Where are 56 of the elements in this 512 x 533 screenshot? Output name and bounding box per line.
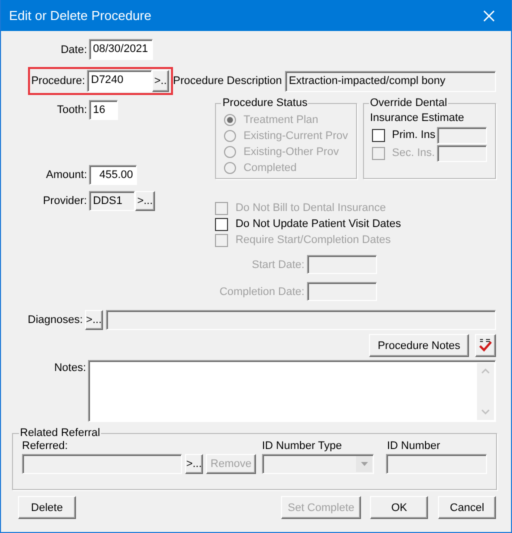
diagnoses-label: Diagnoses: bbox=[26, 314, 83, 326]
group-title: Procedure Status bbox=[221, 97, 308, 109]
date-label: Start Date: bbox=[250, 258, 304, 270]
window-title: Edit or Delete Procedure bbox=[9, 8, 152, 23]
browse-button[interactable]: >... bbox=[84, 310, 103, 330]
checkbox-label: Require Start/Completion Dates bbox=[235, 234, 391, 246]
close-icon[interactable] bbox=[483, 10, 495, 22]
checkbox[interactable] bbox=[215, 218, 228, 230]
amount-label: Amount: bbox=[45, 169, 87, 181]
date-field[interactable] bbox=[307, 282, 378, 301]
id-number-label: ID Number bbox=[387, 440, 440, 452]
amount-field[interactable] bbox=[437, 144, 487, 162]
procedure-field[interactable]: D7240 bbox=[87, 70, 152, 92]
spellcheck-icon bbox=[478, 338, 493, 353]
date-label: Date: bbox=[60, 44, 87, 56]
date-label: Completion Date: bbox=[218, 286, 304, 298]
notes-field[interactable] bbox=[88, 360, 496, 422]
notes-label: Notes: bbox=[53, 362, 86, 374]
group-title: Override Dental bbox=[369, 97, 448, 109]
diagnoses-field[interactable] bbox=[106, 310, 496, 330]
group-title: Related Referral bbox=[19, 427, 102, 439]
checkbox-label: Do Not Update Patient Visit Dates bbox=[235, 218, 401, 230]
referred-label: Referred: bbox=[22, 440, 69, 452]
id-number-field[interactable] bbox=[386, 454, 487, 474]
id-type-dropdown[interactable] bbox=[262, 454, 374, 474]
browse-button[interactable]: >... bbox=[185, 454, 203, 474]
id-number-type-label: ID Number Type bbox=[262, 440, 343, 452]
browse-button[interactable]: >... bbox=[135, 191, 155, 211]
dropdown-icon bbox=[360, 462, 368, 466]
checkbox-label: Prim. Ins bbox=[392, 129, 436, 141]
description-label: Procedure Description bbox=[173, 75, 282, 87]
tooth-field[interactable]: 16 bbox=[89, 100, 118, 120]
date-field[interactable] bbox=[307, 255, 378, 274]
radio-label: Existing-Other Prov bbox=[243, 146, 339, 158]
radio-label: Existing-Current Prov bbox=[243, 130, 348, 142]
procedure-notes-button[interactable]: Procedure Notes bbox=[369, 334, 469, 357]
provider-label: Provider: bbox=[42, 195, 87, 207]
browse-button[interactable]: >.. bbox=[152, 70, 169, 92]
checkbox[interactable] bbox=[372, 128, 385, 142]
radio-label: Completed bbox=[243, 162, 297, 174]
procedure-label: Procedure: bbox=[30, 75, 85, 87]
dialog-button[interactable]: OK bbox=[370, 496, 428, 519]
amount-field[interactable]: 455.00 bbox=[89, 165, 137, 185]
date-field[interactable]: 08/30/2021 bbox=[89, 39, 153, 60]
referred-field[interactable] bbox=[22, 454, 182, 474]
amount-field[interactable] bbox=[437, 126, 487, 144]
radio-label: Treatment Plan bbox=[243, 114, 318, 126]
group-subtitle: Insurance Estimate bbox=[370, 112, 466, 124]
description-field[interactable]: Extraction-impacted/compl bony bbox=[284, 70, 496, 92]
dialog-button[interactable]: Cancel bbox=[438, 496, 496, 519]
spellcheck-button[interactable] bbox=[475, 334, 496, 357]
checkbox-label: Do Not Bill to Dental Insurance bbox=[235, 202, 386, 214]
tooth-label: Tooth: bbox=[56, 104, 87, 116]
provider-field[interactable]: DDS1 bbox=[89, 191, 135, 211]
dialog-button[interactable]: Delete bbox=[18, 496, 76, 519]
checkbox-label: Sec. Ins. bbox=[392, 147, 435, 159]
